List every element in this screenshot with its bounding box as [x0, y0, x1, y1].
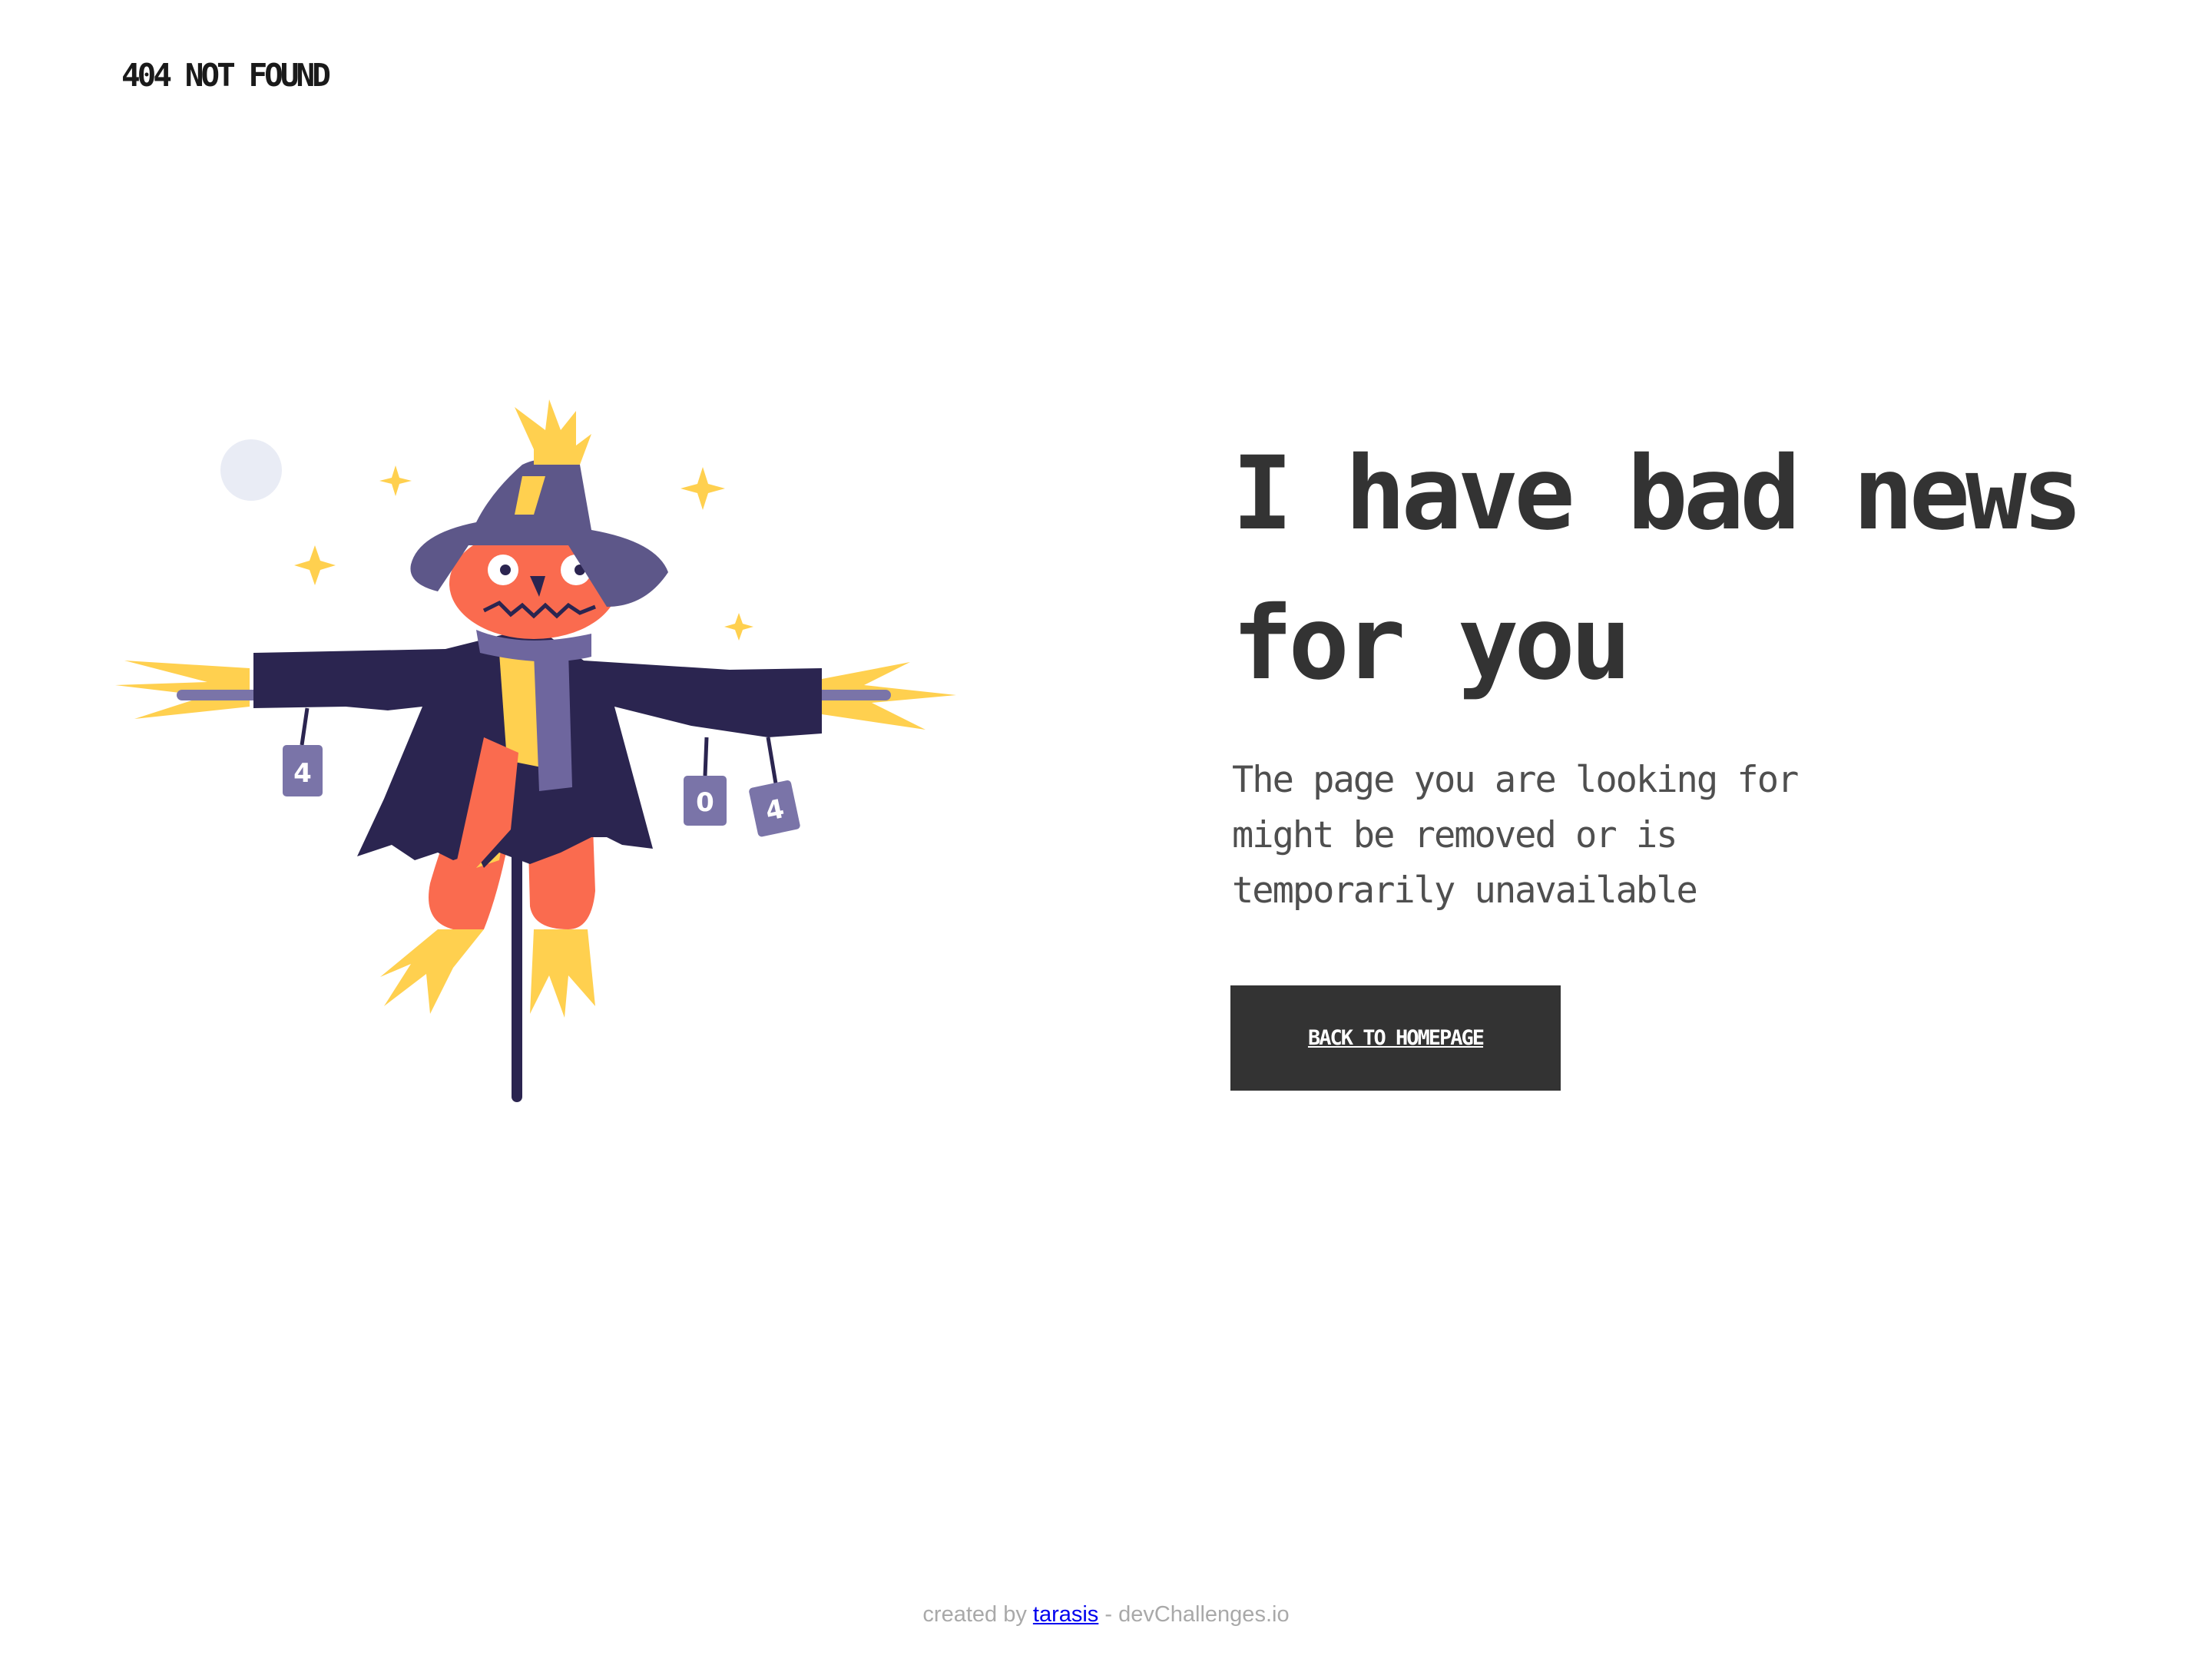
hat-straw: [515, 399, 591, 465]
back-to-homepage-button[interactable]: BACK TO HOMEPAGE: [1230, 985, 1561, 1091]
can-middle: 0: [684, 776, 727, 826]
svg-text:4: 4: [293, 758, 312, 789]
straw-left-foot: [380, 929, 484, 1014]
back-to-homepage-label: BACK TO HOMEPAGE: [1307, 1026, 1485, 1050]
moon-icon: [220, 439, 282, 501]
svg-text:0: 0: [696, 787, 714, 818]
can-left: 4: [283, 745, 323, 796]
brand-logo: 404 NOT FOUND: [121, 57, 331, 94]
footer-prefix: created by: [922, 1602, 1033, 1627]
error-headline: I have bad news for you: [1232, 435, 2083, 703]
author-link[interactable]: tarasis: [1033, 1602, 1098, 1627]
straw-right-foot: [530, 929, 595, 1018]
can-right: 4: [749, 780, 800, 837]
scarecrow-image: 4 0 4: [115, 399, 956, 1102]
footer-suffix: - devChallenges.io: [1098, 1602, 1290, 1627]
footer-credit: created by tarasis - devChallenges.io: [0, 1602, 2212, 1628]
scarecrow-illustration: 4 0 4: [115, 399, 960, 1106]
error-message: The page you are looking for might be re…: [1232, 759, 1799, 912]
